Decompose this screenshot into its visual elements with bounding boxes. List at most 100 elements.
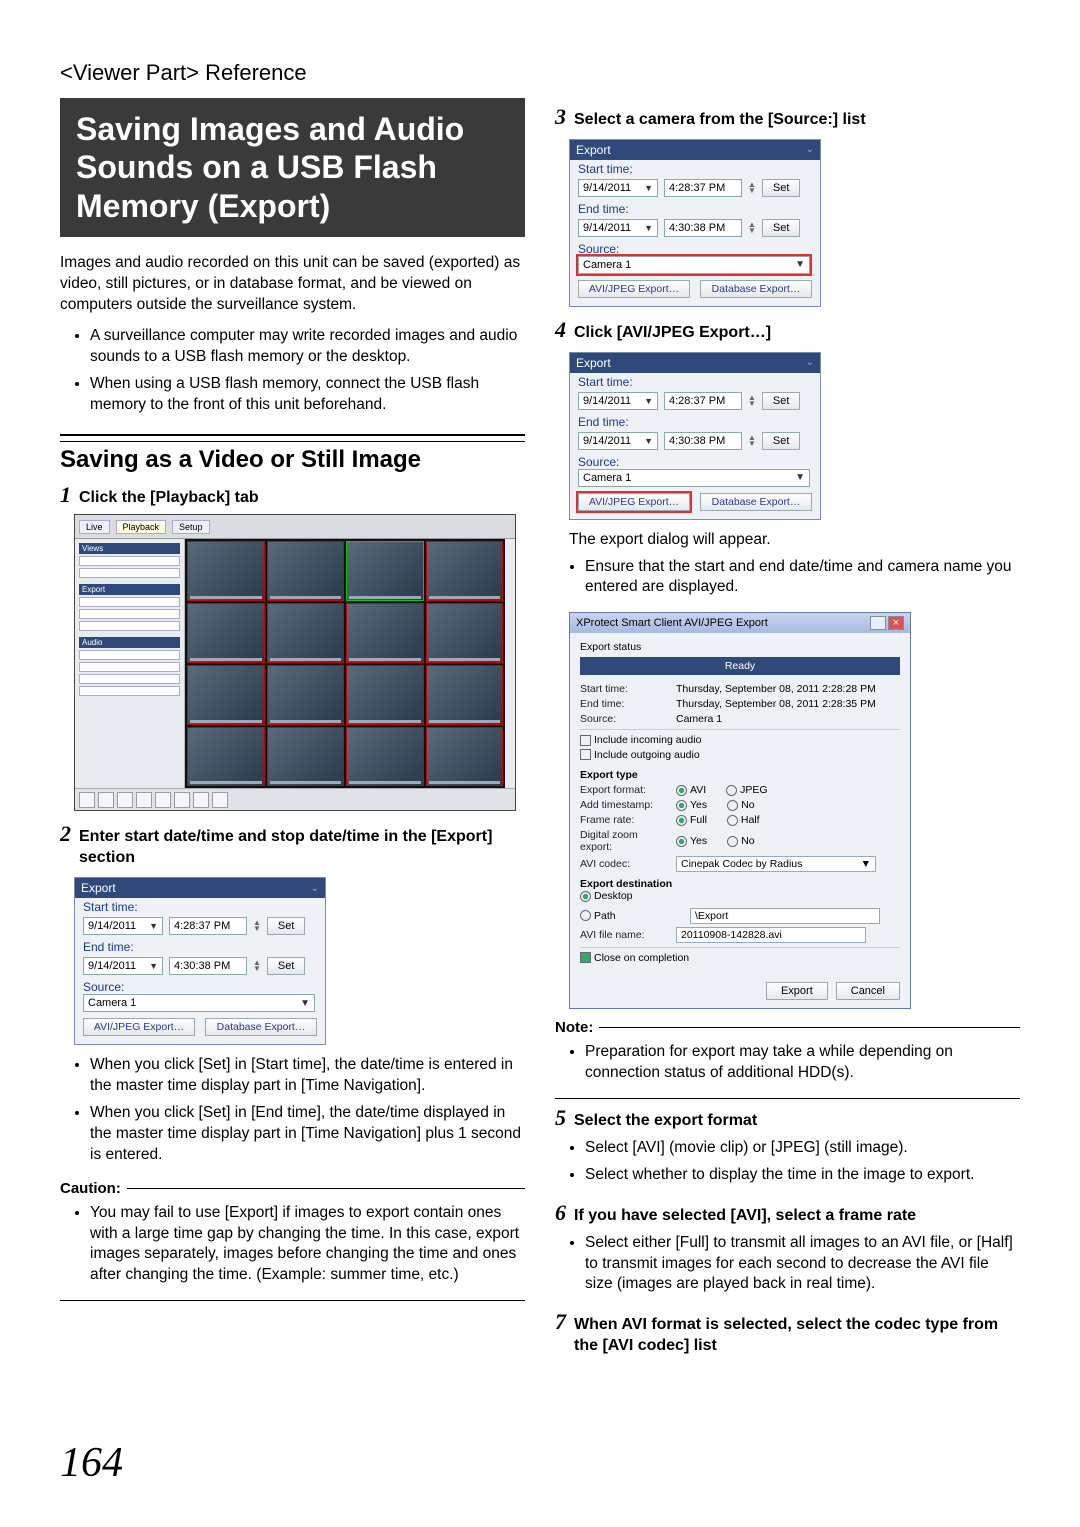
collapse-icon[interactable]: ⌄ xyxy=(311,883,319,894)
avi-jpeg-export-button[interactable]: AVI/JPEG Export… xyxy=(578,280,690,298)
radio-desktop[interactable]: Desktop xyxy=(580,890,633,902)
step-text: Click the [Playback] tab xyxy=(79,488,259,509)
step-number: 6 xyxy=(555,1200,566,1226)
dialog-title: XProtect Smart Client AVI/JPEG Export xyxy=(576,617,768,629)
tab-live[interactable]: Live xyxy=(79,520,110,534)
export-button[interactable]: Export xyxy=(766,982,828,1000)
source-label: Source: xyxy=(570,453,820,469)
frame-label: Frame rate: xyxy=(580,814,670,826)
close-on-completion-checkbox[interactable]: Close on completion xyxy=(580,952,689,964)
step-3: 3 Select a camera from the [Source:] lis… xyxy=(555,104,1020,131)
start-time-input[interactable]: 4:28:37 PM xyxy=(664,392,742,410)
time-spinner[interactable]: ▲▼ xyxy=(748,222,756,234)
set-button[interactable]: Set xyxy=(762,179,801,197)
tab-playback[interactable]: Playback xyxy=(116,520,167,534)
database-export-button[interactable]: Database Export… xyxy=(700,493,812,511)
radio-jpeg[interactable]: JPEG xyxy=(726,784,767,796)
cancel-button[interactable]: Cancel xyxy=(836,982,900,1000)
avi-jpeg-export-button[interactable]: AVI/JPEG Export… xyxy=(578,493,690,511)
radio-half[interactable]: Half xyxy=(727,814,760,826)
step-4: 4 Click [AVI/JPEG Export…] xyxy=(555,317,1020,344)
source-dropdown[interactable]: Camera 1▼ xyxy=(83,994,315,1012)
start-date-input[interactable]: 9/14/2011▼ xyxy=(578,179,658,197)
start-time-input[interactable]: 4:28:37 PM xyxy=(664,179,742,197)
dest-label: Export destination xyxy=(580,878,900,890)
export-panel: Export ⌄ Start time: 9/14/2011▼ 4:28:37 … xyxy=(569,352,821,520)
database-export-button[interactable]: Database Export… xyxy=(205,1018,317,1036)
set-button[interactable]: Set xyxy=(762,219,801,237)
include-incoming-audio-checkbox[interactable]: Include incoming audio xyxy=(580,734,701,746)
path-input[interactable]: \Export xyxy=(690,908,880,924)
radio-zoom-yes[interactable]: Yes xyxy=(676,835,707,847)
tab-setup[interactable]: Setup xyxy=(172,520,210,534)
panel-title: Export xyxy=(81,881,116,895)
end-time-label: End time: xyxy=(75,938,325,954)
step-number: 2 xyxy=(60,821,71,847)
step-number: 7 xyxy=(555,1309,566,1335)
time-spinner[interactable]: ▲▼ xyxy=(748,182,756,194)
step5-bullets: Select [AVI] (movie clip) or [JPEG] (sti… xyxy=(555,1138,1020,1186)
panel-title: Export xyxy=(576,143,611,157)
step-number: 4 xyxy=(555,317,566,343)
end-time-label: End time: xyxy=(570,200,820,216)
section-title: Saving as a Video or Still Image xyxy=(60,446,525,474)
set-button[interactable]: Set xyxy=(267,917,306,935)
end-time-input[interactable]: 4:30:38 PM xyxy=(664,219,742,237)
source-dropdown[interactable]: Camera 1▼ xyxy=(578,469,810,487)
time-spinner[interactable]: ▲▼ xyxy=(748,395,756,407)
radio-full[interactable]: Full xyxy=(676,814,707,826)
step2-note: When you click [Set] in [Start time], th… xyxy=(90,1055,525,1097)
step-number: 5 xyxy=(555,1105,566,1131)
end-time-input[interactable]: 4:30:38 PM xyxy=(169,957,247,975)
step6-bullet: Select either [Full] to transmit all ima… xyxy=(585,1233,1020,1296)
step6-bullets: Select either [Full] to transmit all ima… xyxy=(555,1233,1020,1296)
radio-zoom-no[interactable]: No xyxy=(727,835,754,847)
end-date-input[interactable]: 9/14/2011▼ xyxy=(83,957,163,975)
intro-bullet: When using a USB flash memory, connect t… xyxy=(90,374,525,416)
start-time-input[interactable]: 4:28:37 PM xyxy=(169,917,247,935)
dlg-end-value: Thursday, September 08, 2011 2:28:35 PM xyxy=(676,698,900,710)
include-outgoing-audio-checkbox[interactable]: Include outgoing audio xyxy=(580,749,700,761)
time-spinner[interactable]: ▲▼ xyxy=(748,435,756,447)
set-button[interactable]: Set xyxy=(267,957,306,975)
dlg-source-value: Camera 1 xyxy=(676,713,900,725)
step5-bullet: Select whether to display the time in th… xyxy=(585,1165,1020,1186)
file-name-input[interactable]: 20110908-142828.avi xyxy=(676,927,866,943)
radio-avi[interactable]: AVI xyxy=(676,784,706,796)
avi-jpeg-export-button[interactable]: AVI/JPEG Export… xyxy=(83,1018,195,1036)
database-export-button[interactable]: Database Export… xyxy=(700,280,812,298)
step5-bullet: Select [AVI] (movie clip) or [JPEG] (sti… xyxy=(585,1138,1020,1159)
start-date-input[interactable]: 9/14/2011▼ xyxy=(578,392,658,410)
export-panel: Export ⌄ Start time: 9/14/2011▼ 4:28:37 … xyxy=(569,139,821,307)
set-button[interactable]: Set xyxy=(762,392,801,410)
end-time-label: End time: xyxy=(570,413,820,429)
end-time-input[interactable]: 4:30:38 PM xyxy=(664,432,742,450)
step-text: If you have selected [AVI], select a fra… xyxy=(574,1206,916,1227)
set-button[interactable]: Set xyxy=(762,432,801,450)
panel-title: Export xyxy=(576,356,611,370)
radio-timestamp-no[interactable]: No xyxy=(727,799,754,811)
radio-timestamp-yes[interactable]: Yes xyxy=(676,799,707,811)
end-date-input[interactable]: 9/14/2011▼ xyxy=(578,432,658,450)
source-dropdown[interactable]: Camera 1▼ xyxy=(578,256,810,274)
end-date-input[interactable]: 9/14/2011▼ xyxy=(578,219,658,237)
window-controls[interactable]: × xyxy=(870,616,904,630)
step2-notes: When you click [Set] in [Start time], th… xyxy=(60,1055,525,1166)
collapse-icon[interactable]: ⌄ xyxy=(806,144,814,155)
step-number: 3 xyxy=(555,104,566,130)
codec-select[interactable]: Cinepak Codec by Radius▼ xyxy=(676,856,876,872)
collapse-icon[interactable]: ⌄ xyxy=(806,357,814,368)
step4-bullet: Ensure that the start and end date/time … xyxy=(585,557,1020,599)
dlg-source-label: Source: xyxy=(580,713,670,725)
step-6: 6 If you have selected [AVI], select a f… xyxy=(555,1200,1020,1227)
step-7: 7 When AVI format is selected, select th… xyxy=(555,1309,1020,1357)
start-date-input[interactable]: 9/14/2011▼ xyxy=(83,917,163,935)
page-number: 164 xyxy=(60,1439,123,1487)
radio-path[interactable]: Path xyxy=(580,910,670,922)
time-spinner[interactable]: ▲▼ xyxy=(253,920,261,932)
dlg-end-label: End time: xyxy=(580,698,670,710)
section-divider xyxy=(60,434,525,442)
step4-result: The export dialog will appear. xyxy=(569,530,1020,551)
step-text: When AVI format is selected, select the … xyxy=(574,1315,1020,1357)
time-spinner[interactable]: ▲▼ xyxy=(253,960,261,972)
